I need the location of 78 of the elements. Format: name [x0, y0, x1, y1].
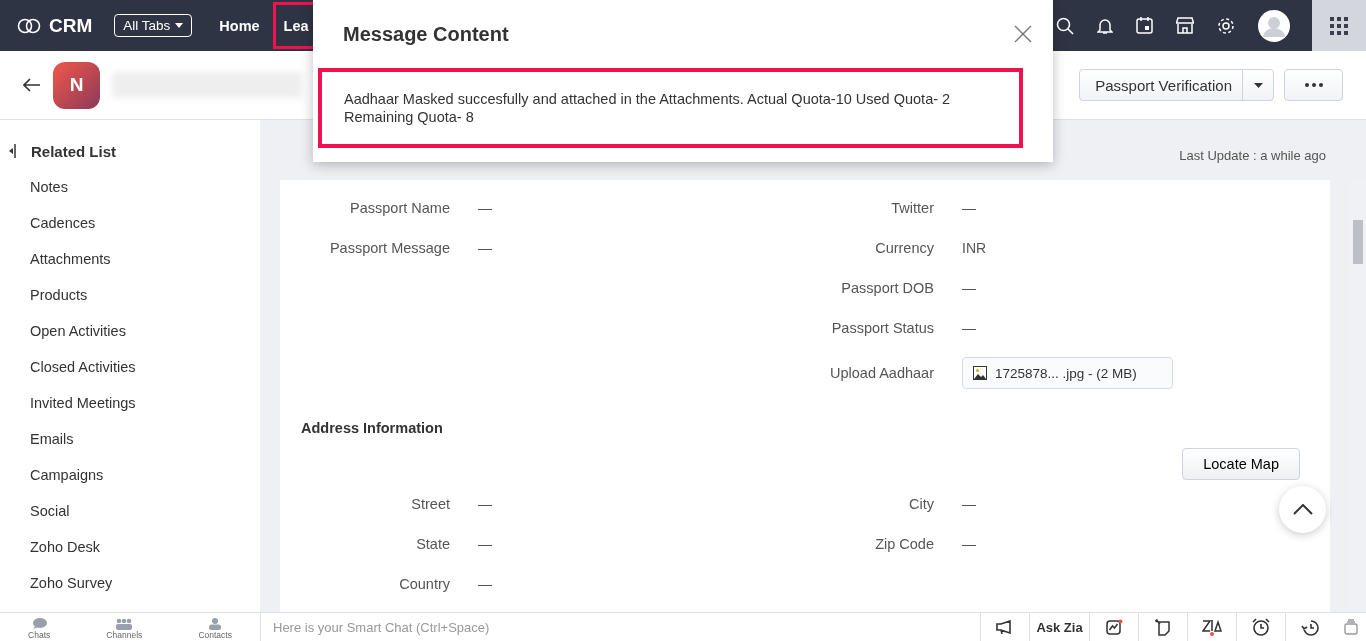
sidebar-item[interactable]: Zoho Desk — [30, 536, 260, 572]
sidebar-item[interactable]: Invited Meetings — [30, 392, 260, 428]
field-value: — — [478, 536, 492, 552]
field-label: Country — [398, 576, 450, 592]
locate-map-button[interactable]: Locate Map — [1182, 448, 1300, 480]
field-label: State — [415, 536, 450, 552]
close-icon[interactable] — [1014, 25, 1032, 43]
image-icon — [973, 366, 987, 380]
field-value: — — [962, 536, 976, 552]
field-value: — — [478, 240, 492, 256]
sidebar-item[interactable]: Social — [30, 500, 260, 536]
field-label: Currency — [874, 240, 934, 256]
more-icon — [1304, 83, 1323, 87]
back-arrow-icon[interactable] — [23, 78, 41, 92]
split-label[interactable]: Passport Verification — [1080, 70, 1243, 100]
calendar-icon[interactable] — [1136, 17, 1153, 34]
field-label: Zip Code — [874, 536, 934, 552]
field-label: Passport Message — [328, 240, 450, 256]
caret-icon[interactable] — [1253, 82, 1263, 88]
scrollbar-thumb[interactable] — [1353, 220, 1363, 264]
field-value: — — [962, 200, 976, 216]
history-icon — [1301, 618, 1319, 636]
store-icon[interactable] — [1176, 17, 1194, 34]
settings-icon[interactable] — [1217, 16, 1235, 35]
field-value: — — [478, 496, 492, 512]
grid-icon — [1330, 16, 1348, 35]
file-attachment[interactable]: 1725878... .jpg - (2 MB) — [962, 357, 1173, 389]
field-value: — — [478, 576, 492, 592]
logo-icon — [17, 17, 41, 34]
sidebar-item[interactable]: Notes — [30, 176, 260, 212]
group-icon — [115, 618, 134, 630]
sidebar-item[interactable]: Closed Activities — [30, 356, 260, 392]
field-label: Upload Aadhaar — [829, 365, 934, 381]
nav-tab[interactable]: Home — [206, 2, 273, 49]
bottom-tab[interactable]: Chats — [28, 613, 51, 641]
search-icon[interactable] — [1056, 16, 1074, 35]
brand-name[interactable]: CRM — [49, 14, 93, 37]
last-update: Last Update : a while ago — [1179, 147, 1326, 163]
record-avatar: N — [53, 61, 100, 109]
bottom-tab[interactable]: Channels — [106, 613, 143, 641]
field-label: Passport Status — [830, 320, 934, 336]
section-title: Address Information — [301, 420, 444, 436]
note-icon — [1155, 618, 1171, 636]
sidebar-item[interactable]: Zoho Survey — [30, 572, 260, 608]
collapse-icon[interactable] — [9, 144, 16, 158]
field-value: — — [962, 280, 976, 296]
field-label: Passport Name — [349, 200, 450, 216]
avatar-icon[interactable] — [1258, 9, 1290, 42]
sidebar-item[interactable]: Cadences — [30, 212, 260, 248]
alarm-clock-icon — [1252, 618, 1270, 636]
zia-icon — [1202, 618, 1222, 636]
chevron-up-icon — [1292, 504, 1313, 515]
field-value: INR — [962, 240, 987, 256]
chat-bubble-icon — [31, 618, 48, 630]
sidebar-item[interactable]: Campaigns — [30, 464, 260, 500]
sidebar-title: Related List — [31, 142, 117, 160]
sidebar-item[interactable]: Emails — [30, 428, 260, 464]
field-label: Passport DOB — [840, 280, 934, 296]
bell-icon[interactable] — [1097, 16, 1113, 35]
caret-icon — [175, 23, 184, 28]
sidebar-item[interactable]: Open Activities — [30, 320, 260, 356]
bottom-tab[interactable]: Contacts — [198, 613, 232, 641]
field-value: — — [962, 320, 976, 336]
dialog-title: Message Content — [343, 22, 509, 46]
apps-grid-button[interactable] — [1312, 0, 1366, 51]
sidebar-item[interactable]: Attachments — [30, 248, 260, 284]
person-icon — [208, 618, 223, 630]
all-tabs-button[interactable]: All Tabs — [114, 14, 193, 37]
field-label: City — [908, 496, 934, 512]
megaphone-icon — [996, 620, 1014, 634]
sidebar-item[interactable]: Products — [30, 284, 260, 320]
field-value: — — [478, 200, 492, 216]
field-value: — — [962, 496, 976, 512]
passport-verification-button[interactable]: Passport Verification — [1079, 69, 1274, 101]
chart-icon — [1105, 619, 1123, 635]
message-text: Aadhaar Masked succesfully and attached in the Attachments. Actual Quota-10 Used Quota- 2 Remaining Quota- 8 — [344, 91, 951, 125]
field-label: Street — [410, 496, 450, 512]
field-label: Twitter — [890, 200, 934, 216]
